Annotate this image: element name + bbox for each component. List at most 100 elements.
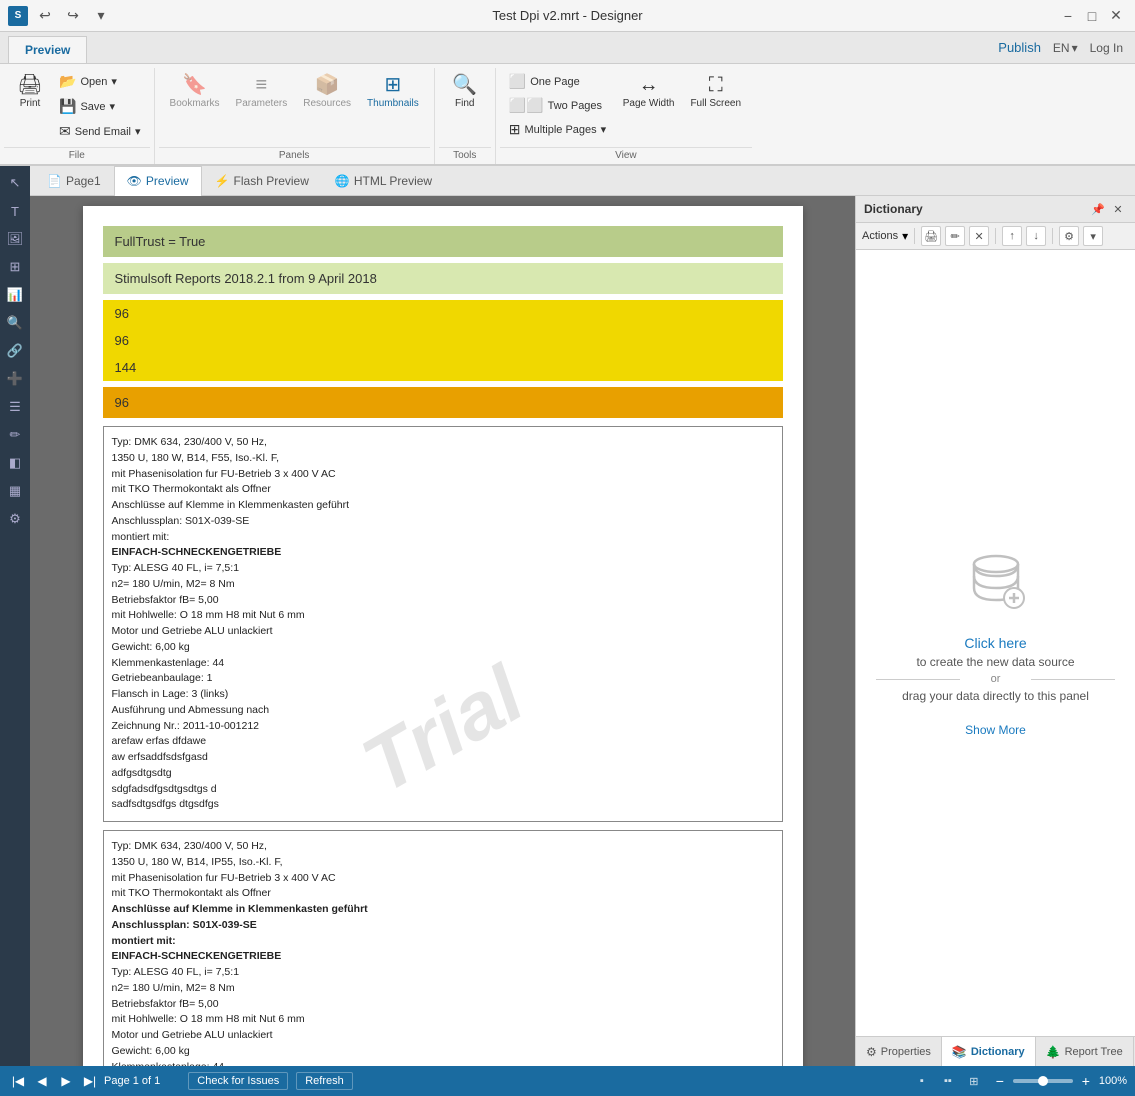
preview-area[interactable]: Trial FullTrust = True Stimulsoft Report… xyxy=(30,196,855,1066)
sidebar-icon-link[interactable]: 🔗 xyxy=(2,338,28,364)
nav-first-button[interactable]: |◀ xyxy=(8,1071,28,1091)
yellow-block: 96 96 144 xyxy=(103,300,783,381)
actions-label: Actions xyxy=(862,230,898,242)
tab-html[interactable]: 🌐 HTML Preview xyxy=(322,166,445,196)
dict-edit-button[interactable]: ✏ xyxy=(945,226,965,246)
bookmarks-button[interactable]: 🔖 Bookmarks xyxy=(163,70,227,112)
full-screen-button[interactable]: ⛶ Full Screen xyxy=(683,70,748,112)
html-icon: 🌐 xyxy=(335,174,350,188)
page-width-icon: ↔ xyxy=(639,73,659,97)
dict-copy-button[interactable]: 🖨 xyxy=(921,226,941,246)
sidebar-icon-text[interactable]: T xyxy=(2,198,28,224)
dict-delete-button[interactable]: ✕ xyxy=(969,226,989,246)
sidebar-icon-search[interactable]: 🔍 xyxy=(2,310,28,336)
close-button[interactable]: ✕ xyxy=(1105,5,1127,27)
print-button[interactable]: 🖨 Print xyxy=(8,70,52,112)
show-more-button[interactable]: Show More xyxy=(965,723,1026,737)
bold-montiert: montiert mit: xyxy=(112,935,176,947)
content-area: Trial FullTrust = True Stimulsoft Report… xyxy=(30,196,1135,1066)
status-right: ▪ ▪▪ ⊞ − + 100% xyxy=(913,1072,1127,1090)
tab-preview[interactable]: 👁 Preview xyxy=(114,166,202,196)
ribbon-file-buttons: 🖨 Print 📂 Open ▾ 💾 Save ▾ ✉ xyxy=(4,68,150,145)
separator-1 xyxy=(914,228,915,244)
ribbon-group-file: 🖨 Print 📂 Open ▾ 💾 Save ▾ ✉ xyxy=(0,68,155,164)
multiple-pages-button[interactable]: ⊞ Multiple Pages ▾ xyxy=(504,118,614,141)
check-issues-button[interactable]: Check for Issues xyxy=(188,1072,288,1090)
language-button[interactable]: EN▾ xyxy=(1053,41,1078,55)
undo-button[interactable]: ↩ xyxy=(34,5,56,27)
sidebar-icon-plus[interactable]: ➕ xyxy=(2,366,28,392)
rp-tab-dictionary[interactable]: 📚 Dictionary xyxy=(942,1037,1036,1066)
dict-pin-button[interactable]: 📌 xyxy=(1089,200,1107,218)
view-single-button[interactable]: ▪ xyxy=(913,1072,931,1090)
full-screen-icon: ⛶ xyxy=(709,73,723,97)
save-button[interactable]: 💾 Save ▾ xyxy=(54,95,146,118)
refresh-button[interactable]: Refresh xyxy=(296,1072,353,1090)
one-page-button[interactable]: ⬜ One Page xyxy=(504,70,614,93)
yellow-line-3: 144 xyxy=(103,354,783,381)
rp-tab-report-tree[interactable]: 🌲 Report Tree xyxy=(1036,1037,1134,1066)
click-here-label[interactable]: Click here xyxy=(964,635,1026,651)
sidebar-icon-cursor[interactable]: ↖ xyxy=(2,170,28,196)
page-width-button[interactable]: ↔ Page Width xyxy=(616,70,682,112)
sidebar-icon-edit[interactable]: ✏ xyxy=(2,422,28,448)
zoom-slider-thumb xyxy=(1038,1076,1048,1086)
dict-down-button[interactable]: ↓ xyxy=(1026,226,1046,246)
dict-up-button[interactable]: ↑ xyxy=(1002,226,1022,246)
flash-icon: ⚡ xyxy=(215,174,230,188)
nav-play-button[interactable]: ▶ xyxy=(56,1071,76,1091)
sidebar-icon-table[interactable]: ⊞ xyxy=(2,254,28,280)
status-bar: |◀ ◀ ▶ ▶| Page 1 of 1 Check for Issues R… xyxy=(0,1066,1135,1096)
sidebar-icon-list[interactable]: ☰ xyxy=(2,394,28,420)
resources-button[interactable]: 📦 Resources xyxy=(296,70,358,112)
tab-page1[interactable]: 📄 Page1 xyxy=(34,166,114,196)
separator-3 xyxy=(1052,228,1053,244)
maximize-button[interactable]: □ xyxy=(1081,5,1103,27)
redo-button[interactable]: ↪ xyxy=(62,5,84,27)
sidebar-icon-settings[interactable]: ⚙ xyxy=(2,506,28,532)
sidebar-icon-chart[interactable]: 📊 xyxy=(2,282,28,308)
ribbon-tab-preview[interactable]: Preview xyxy=(8,36,87,63)
yellow-line-1: 96 xyxy=(103,300,783,327)
preview-icon: 👁 xyxy=(127,174,142,188)
zoom-in-button[interactable]: + xyxy=(1077,1072,1095,1090)
sidebar-icon-layers[interactable]: ◧ xyxy=(2,450,28,476)
view-double-button[interactable]: ▪▪ xyxy=(939,1072,957,1090)
quick-access-button[interactable]: ▾ xyxy=(90,5,112,27)
text-block-2: Typ: DMK 634, 230/400 V, 50 Hz, 1350 U, … xyxy=(103,830,783,1066)
zoom-slider[interactable] xyxy=(1013,1079,1073,1083)
email-button[interactable]: ✉ Send Email ▾ xyxy=(54,120,146,143)
dict-close-button[interactable]: ✕ xyxy=(1109,200,1127,218)
nav-prev-button[interactable]: ◀ xyxy=(32,1071,52,1091)
zoom-out-button[interactable]: − xyxy=(991,1072,1009,1090)
two-pages-button[interactable]: ⬜⬜ Two Pages xyxy=(504,94,614,117)
publish-button[interactable]: Publish xyxy=(998,40,1041,55)
sidebar-icon-image[interactable]: 🖼 xyxy=(2,226,28,252)
rp-tab-properties[interactable]: ⚙ Properties xyxy=(856,1037,942,1066)
minimize-button[interactable]: − xyxy=(1057,5,1079,27)
dictionary-header-icons: 📌 ✕ xyxy=(1089,200,1127,218)
dict-gear-button[interactable]: ⚙ xyxy=(1059,226,1079,246)
drag-label: drag your data directly to this panel xyxy=(902,689,1089,703)
open-button[interactable]: 📂 Open ▾ xyxy=(54,70,146,93)
parameters-icon: ≡ xyxy=(256,73,268,97)
thumbnails-button[interactable]: ⊞ Thumbnails xyxy=(360,70,426,112)
text-block-1: Typ: DMK 634, 230/400 V, 50 Hz, 1350 U, … xyxy=(103,426,783,822)
app-icon: S xyxy=(8,6,28,26)
nav-next-button[interactable]: ▶| xyxy=(80,1071,100,1091)
tab-flash[interactable]: ⚡ Flash Preview xyxy=(202,166,322,196)
ribbon: Preview Publish EN▾ Log In 🖨 Print 📂 Ope… xyxy=(0,32,1135,166)
view-grid-button[interactable]: ⊞ xyxy=(965,1072,983,1090)
parameters-button[interactable]: ≡ Parameters xyxy=(229,70,295,112)
thumbnails-icon: ⊞ xyxy=(385,73,402,97)
db-svg xyxy=(966,550,1026,610)
dict-more-button[interactable]: ▾ xyxy=(1083,226,1103,246)
main-area: ↖ T 🖼 ⊞ 📊 🔍 🔗 ➕ ☰ ✏ ◧ ▦ ⚙ 📄 Page1 👁 Prev… xyxy=(0,166,1135,1066)
login-button[interactable]: Log In xyxy=(1090,41,1123,55)
sidebar-icon-bar[interactable]: ▦ xyxy=(2,478,28,504)
right-panel: Dictionary 📌 ✕ Actions ▾ 🖨 ✏ ✕ ↑ ↓ xyxy=(855,196,1135,1066)
create-source-label: to create the new data source xyxy=(916,655,1074,669)
find-button[interactable]: 🔍 Find xyxy=(443,70,487,112)
page1-icon: 📄 xyxy=(47,174,62,188)
title-bar: S ↩ ↪ ▾ Test Dpi v2.mrt - Designer − □ ✕ xyxy=(0,0,1135,32)
